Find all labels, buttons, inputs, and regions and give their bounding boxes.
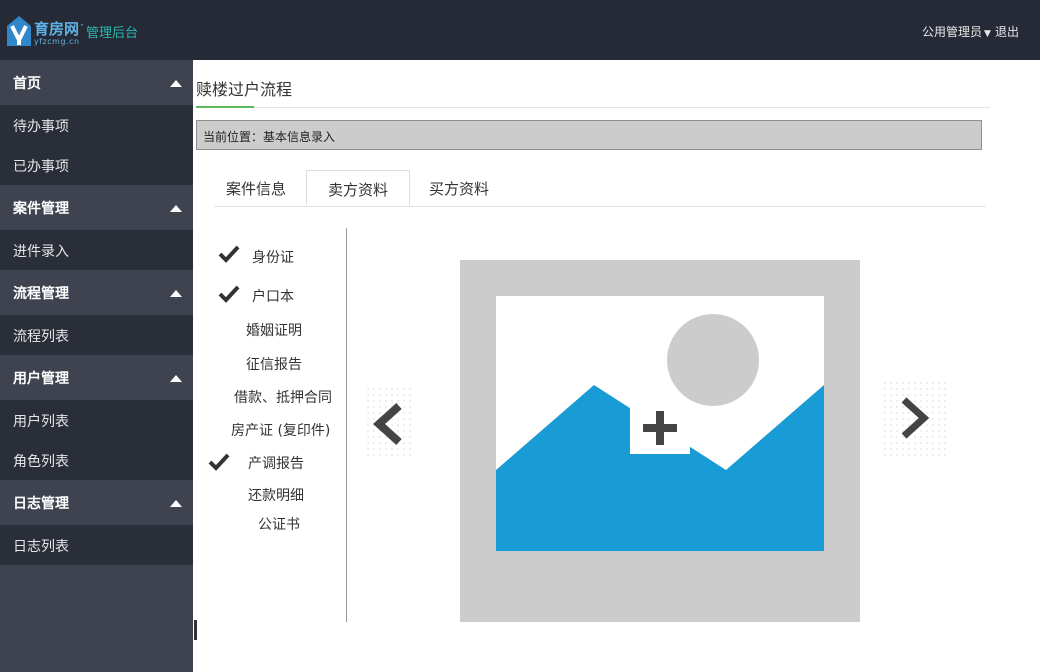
document-item-notarial-cert[interactable]: 公证书 bbox=[258, 514, 300, 534]
document-item-title-report[interactable]: 产调报告 bbox=[248, 453, 304, 473]
sidebar-item-todo[interactable]: 待办事项 bbox=[0, 105, 193, 145]
logo-domain: yfzcmg.cn bbox=[34, 37, 80, 46]
logo[interactable]: 育房网 · 管理后台 yfzcmg.cn bbox=[6, 14, 139, 48]
page-title: 赎楼过户流程 bbox=[196, 80, 293, 99]
sidebar-item-process-list[interactable]: 流程列表 bbox=[0, 315, 193, 355]
sidebar-item-label: 日志列表 bbox=[13, 539, 69, 555]
chevron-right-icon bbox=[901, 397, 930, 439]
document-item-repayment-detail[interactable]: 还款明细 bbox=[248, 485, 304, 505]
sidebar-item-done[interactable]: 已办事项 bbox=[0, 145, 193, 185]
sidebar-item-label: 已办事项 bbox=[13, 159, 69, 175]
sidebar-item-role-list[interactable]: 角色列表 bbox=[0, 440, 193, 480]
breadcrumb: 当前位置：基本信息录入 bbox=[196, 120, 982, 150]
caret-down-icon: ▼ bbox=[984, 29, 991, 39]
sidebar-item-label: 角色列表 bbox=[13, 454, 69, 470]
sidebar-item-label: 进件录入 bbox=[13, 244, 69, 260]
logout-link[interactable]: 退出 bbox=[995, 23, 1019, 40]
tab-label: 案件信息 bbox=[225, 180, 286, 198]
document-item-household-register[interactable]: 户口本 bbox=[252, 286, 294, 306]
chevron-left-icon bbox=[373, 403, 402, 445]
sidebar-item-label: 待办事项 bbox=[13, 119, 69, 135]
sidebar-item-label: 用户列表 bbox=[13, 414, 69, 430]
tab-label: 买方资料 bbox=[428, 180, 489, 198]
sidebar-item-log-list[interactable]: 日志列表 bbox=[0, 525, 193, 565]
sidebar-item-case-entry[interactable]: 进件录入 bbox=[0, 230, 193, 270]
image-upload-icon bbox=[496, 296, 824, 551]
tab-seller-docs[interactable]: 卖方资料 bbox=[306, 170, 410, 206]
next-image-button[interactable] bbox=[882, 380, 950, 456]
tab-label: 卖方资料 bbox=[327, 181, 388, 199]
tab-buyer-docs[interactable]: 买方资料 bbox=[416, 170, 502, 204]
document-item-marriage-cert[interactable]: 婚姻证明 bbox=[246, 320, 302, 340]
sidebar-group-cases[interactable]: 案件管理 bbox=[0, 185, 193, 230]
user-name: 公用管理员 bbox=[922, 25, 983, 39]
check-icon bbox=[218, 245, 240, 263]
sidebar-group-label: 案件管理 bbox=[13, 201, 69, 217]
logo-dot: · bbox=[80, 18, 84, 32]
document-list: 身份证 户口本 婚姻证明 征信报告 借款、抵押合同 房产证 (复印件) 产调报告… bbox=[196, 228, 347, 622]
sidebar-group-label: 日志管理 bbox=[13, 496, 69, 512]
logo-name: 育房网 bbox=[34, 20, 80, 38]
document-item-loan-contract[interactable]: 借款、抵押合同 bbox=[234, 387, 332, 407]
user-menu[interactable]: 公用管理员 ▼ bbox=[922, 23, 991, 40]
sidebar-group-users[interactable]: 用户管理 bbox=[0, 355, 193, 400]
sidebar-group-label: 首页 bbox=[13, 76, 41, 92]
scroll-marker bbox=[194, 620, 197, 640]
top-bar: 育房网 · 管理后台 yfzcmg.cn 公用管理员 ▼ 退出 bbox=[0, 0, 1040, 60]
collapse-up-icon bbox=[170, 500, 182, 507]
sidebar-group-label: 用户管理 bbox=[13, 371, 69, 387]
sidebar: 首页 待办事项 已办事项 案件管理 进件录入 流程管理 流程列表 用户管理 用户… bbox=[0, 60, 193, 672]
check-icon bbox=[218, 285, 240, 303]
collapse-up-icon bbox=[170, 375, 182, 382]
sidebar-item-label: 流程列表 bbox=[13, 329, 69, 345]
sidebar-group-logs[interactable]: 日志管理 bbox=[0, 480, 193, 525]
breadcrumb-text: 当前位置：基本信息录入 bbox=[203, 130, 336, 144]
logo-subtitle: 管理后台 bbox=[86, 26, 139, 41]
collapse-up-icon bbox=[170, 80, 182, 87]
tab-bar: 案件信息 卖方资料 买方资料 bbox=[214, 170, 986, 207]
title-underline bbox=[196, 106, 254, 108]
document-item-property-cert[interactable]: 房产证 (复印件) bbox=[231, 420, 330, 440]
document-item-id-card[interactable]: 身份证 bbox=[252, 247, 294, 267]
sidebar-group-process[interactable]: 流程管理 bbox=[0, 270, 193, 315]
check-icon bbox=[208, 453, 230, 471]
sidebar-group-label: 流程管理 bbox=[13, 286, 69, 302]
tab-case-info[interactable]: 案件信息 bbox=[214, 170, 298, 204]
prev-image-button[interactable] bbox=[365, 386, 411, 460]
title-divider bbox=[196, 107, 990, 108]
collapse-up-icon bbox=[170, 205, 182, 212]
sidebar-group-home[interactable]: 首页 bbox=[0, 60, 193, 105]
house-logo-icon bbox=[7, 16, 31, 46]
sidebar-item-user-list[interactable]: 用户列表 bbox=[0, 400, 193, 440]
collapse-up-icon bbox=[170, 290, 182, 297]
image-upload-area[interactable] bbox=[460, 260, 860, 622]
document-item-credit-report[interactable]: 征信报告 bbox=[246, 354, 302, 374]
